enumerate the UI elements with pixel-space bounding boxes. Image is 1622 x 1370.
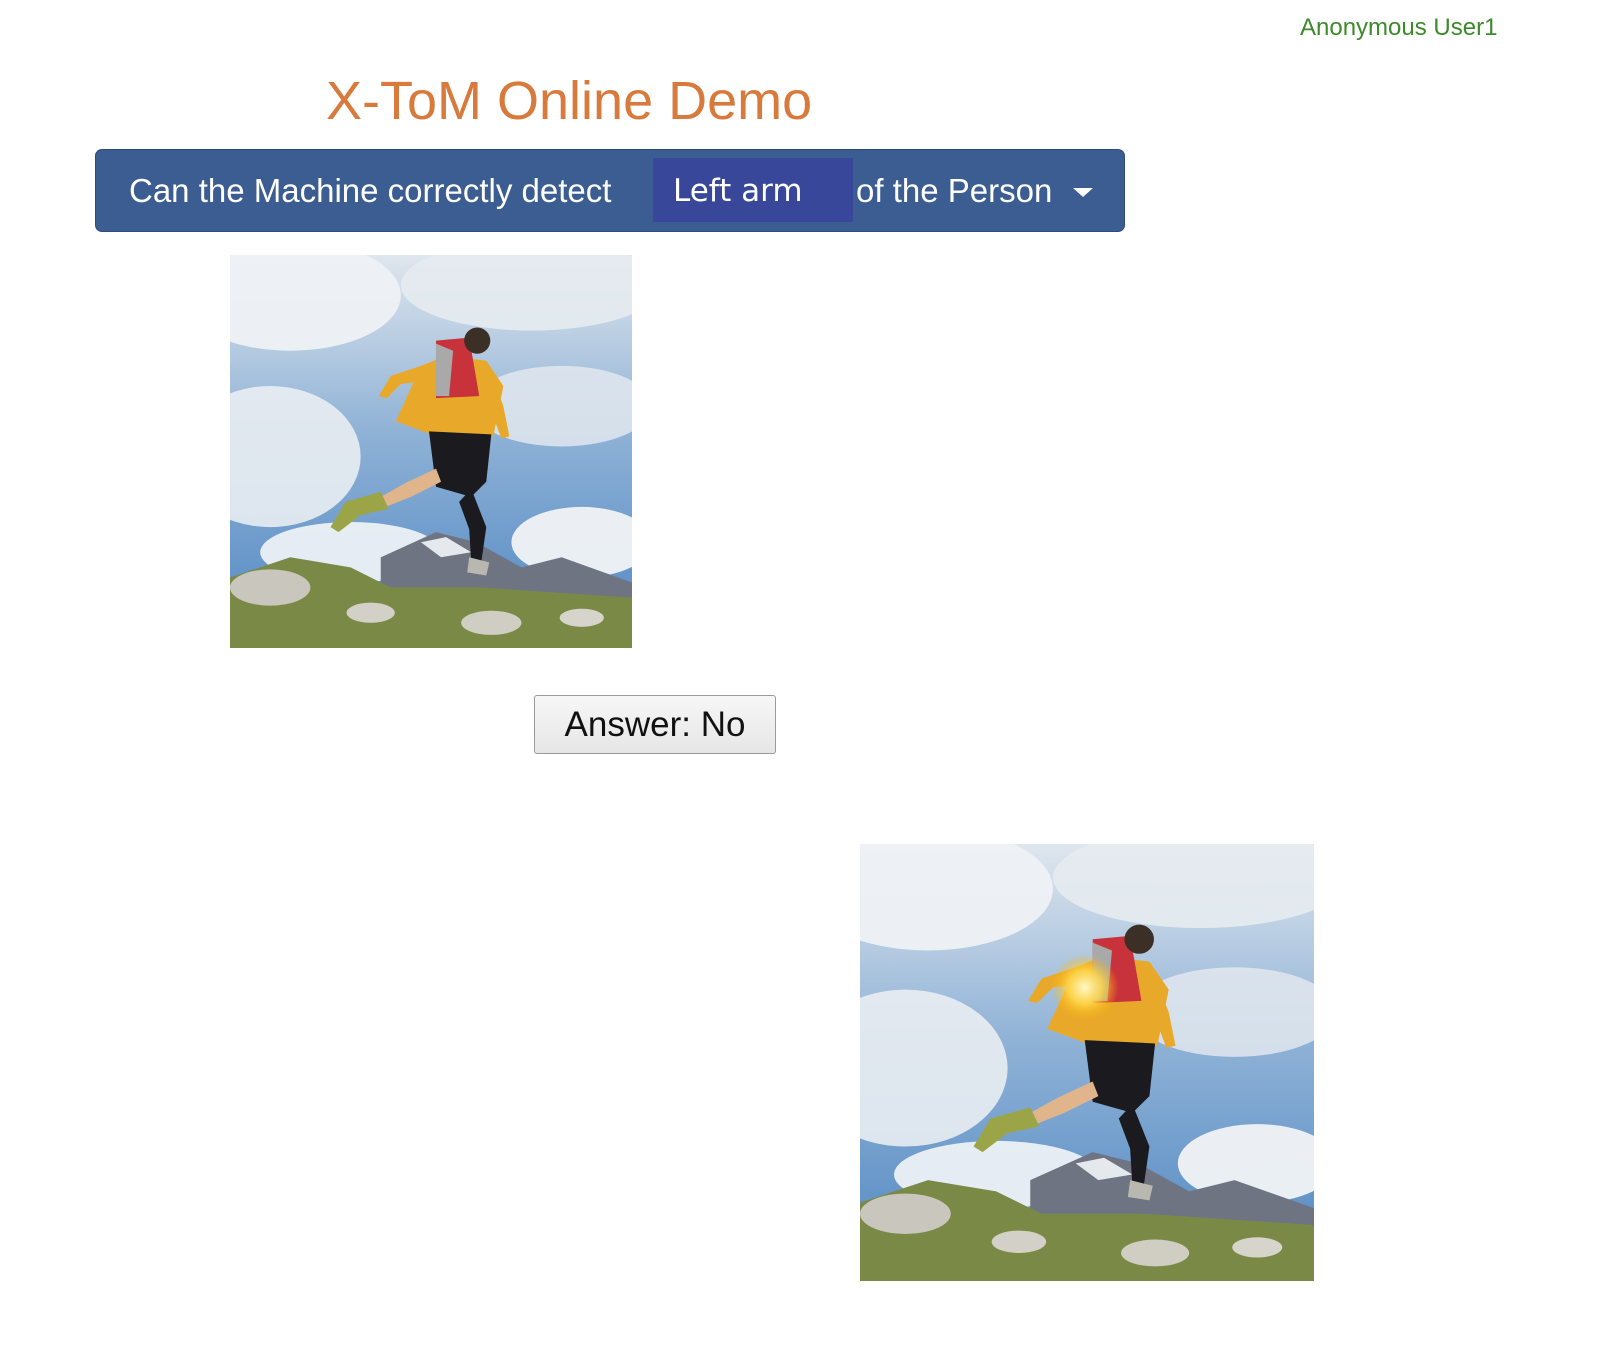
explanation-image xyxy=(860,844,1314,1281)
runner-photo xyxy=(230,255,632,648)
question-dropdown[interactable]: Can the Machine correctly detect Left ar… xyxy=(95,149,1125,232)
part-select-value: Left arm xyxy=(673,173,803,209)
caret-down-icon[interactable] xyxy=(1073,188,1093,197)
answer-button[interactable]: Answer: No xyxy=(534,695,776,754)
question-suffix: of the Person xyxy=(856,172,1053,209)
attention-highlight xyxy=(1050,953,1119,1022)
part-select[interactable]: Left arm xyxy=(653,158,853,222)
input-image xyxy=(230,255,632,648)
runner-photo-heatmap xyxy=(860,844,1314,1281)
user-name: Anonymous User1 xyxy=(1300,14,1498,41)
question-prefix: Can the Machine correctly detect xyxy=(129,172,612,209)
page-title: X-ToM Online Demo xyxy=(326,71,813,131)
